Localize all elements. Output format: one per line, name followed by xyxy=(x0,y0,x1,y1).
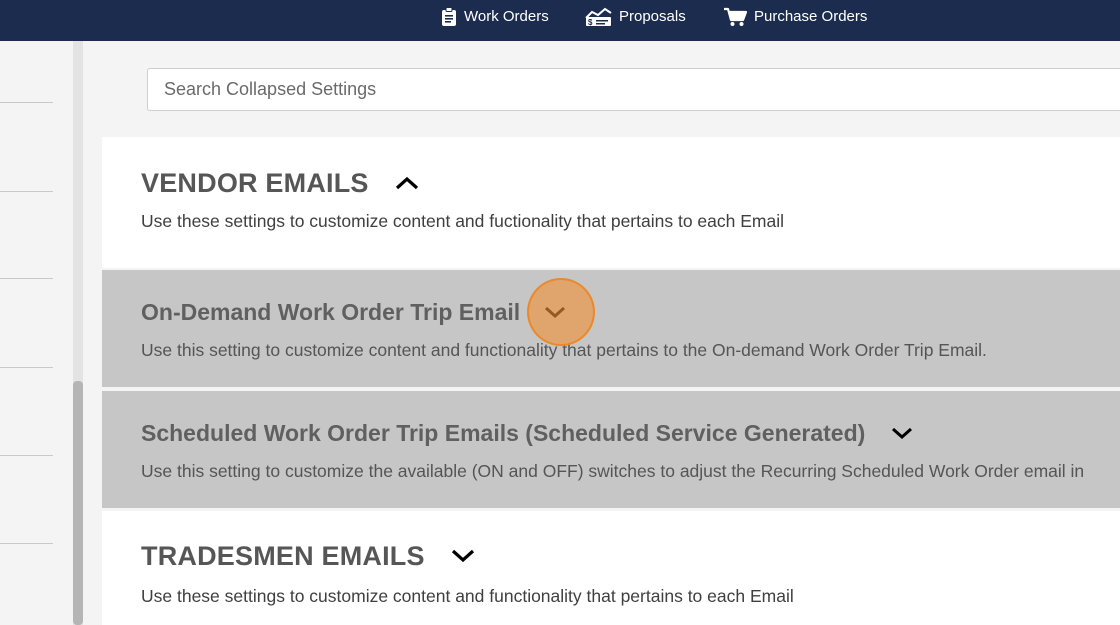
chevron-up-icon[interactable] xyxy=(395,175,419,191)
svg-text:$: $ xyxy=(588,18,593,27)
section-description: Use this setting to customize the availa… xyxy=(141,461,1085,481)
section-scheduled-work-order-trip-emails[interactable]: Scheduled Work Order Trip Emails (Schedu… xyxy=(102,391,1120,508)
clipboard-icon xyxy=(441,7,457,26)
sidebar-divider xyxy=(0,455,53,456)
nav-proposals[interactable]: $ Proposals xyxy=(585,0,686,33)
section-description: Use these settings to customize content … xyxy=(141,586,794,606)
section-vendor-emails: VENDOR EMAILS Use these settings to cust… xyxy=(102,137,1120,268)
section-header: Scheduled Work Order Trip Emails (Schedu… xyxy=(141,418,913,448)
sidebar-divider xyxy=(0,102,53,103)
nav-work-orders[interactable]: Work Orders xyxy=(441,0,549,33)
nav-purchase-orders-label: Purchase Orders xyxy=(754,8,868,25)
section-header: TRADESMEN EMAILS xyxy=(141,539,475,573)
chevron-down-icon[interactable] xyxy=(451,548,475,564)
section-title: TRADESMEN EMAILS xyxy=(141,540,425,571)
sidebar-divider xyxy=(0,278,53,279)
section-title: Scheduled Work Order Trip Emails (Schedu… xyxy=(141,419,866,446)
nav-proposals-label: Proposals xyxy=(619,8,686,25)
proposal-icon: $ xyxy=(585,7,612,27)
sidebar-divider xyxy=(0,543,53,544)
sidebar xyxy=(0,41,73,625)
sidebar-divider xyxy=(0,191,53,192)
cart-icon xyxy=(723,7,747,27)
sidebar-divider xyxy=(0,367,53,368)
section-tradesmen-emails[interactable]: TRADESMEN EMAILS Use these settings to c… xyxy=(102,511,1120,625)
section-header: On-Demand Work Order Trip Email xyxy=(141,297,566,327)
section-title: VENDOR EMAILS xyxy=(141,167,369,198)
nav-work-orders-label: Work Orders xyxy=(464,8,549,25)
section-header: VENDOR EMAILS xyxy=(141,166,419,200)
section-on-demand-work-order-trip-email[interactable]: On-Demand Work Order Trip Email Use this… xyxy=(102,270,1120,387)
section-title: On-Demand Work Order Trip Email xyxy=(141,298,521,325)
chevron-down-icon[interactable] xyxy=(891,426,913,440)
section-description: Use these settings to customize content … xyxy=(141,211,784,231)
search-collapsed-settings-input[interactable] xyxy=(147,68,1120,111)
section-description: Use this setting to customize content an… xyxy=(141,340,987,360)
top-nav-bar: Work Orders $ Proposals Purchase Orders xyxy=(0,0,1120,41)
chevron-down-icon[interactable] xyxy=(544,305,566,319)
sidebar-scrollbar-thumb[interactable] xyxy=(73,381,83,625)
nav-purchase-orders[interactable]: Purchase Orders xyxy=(723,0,867,33)
